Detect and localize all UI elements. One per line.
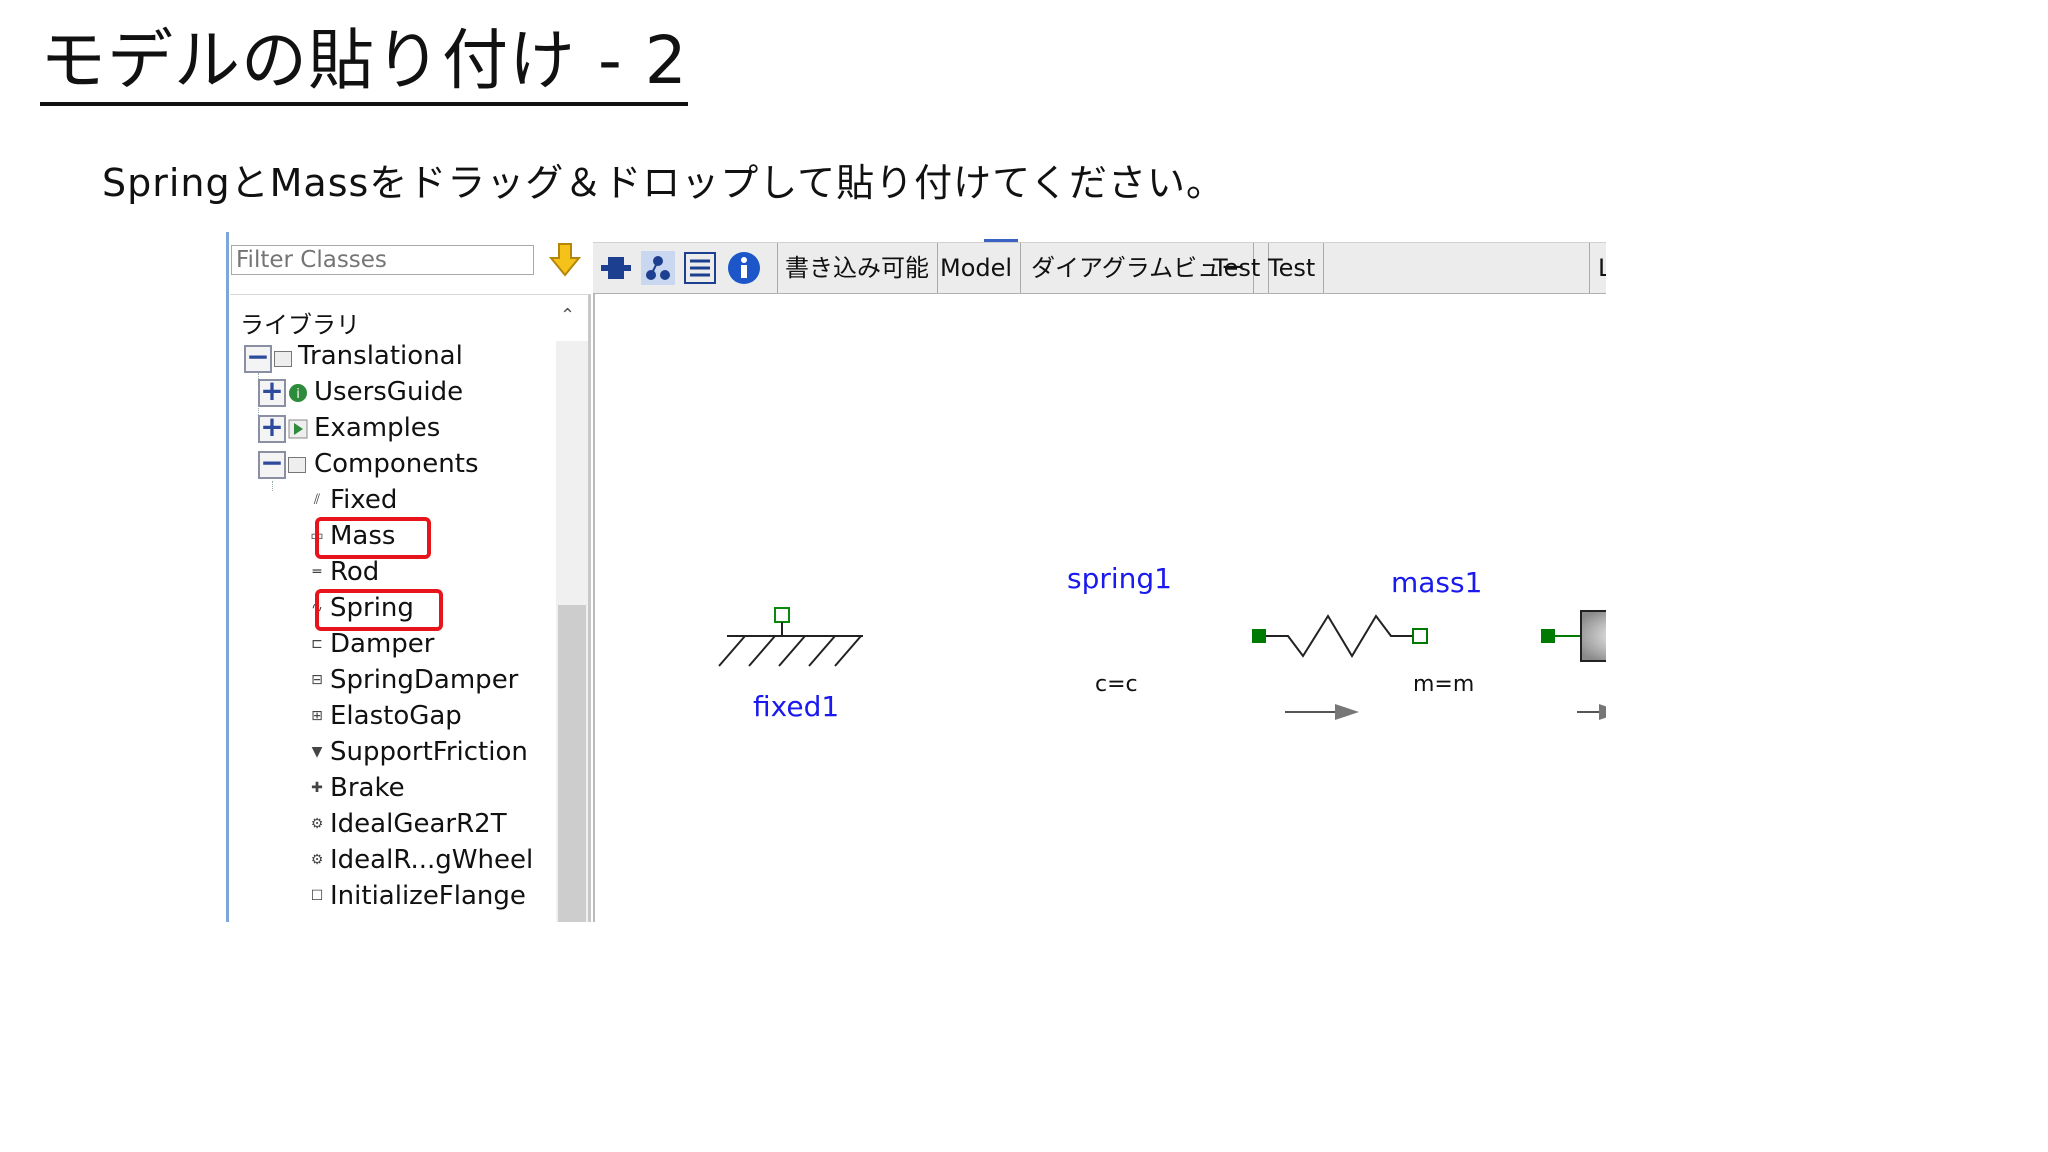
mass-highlight — [315, 517, 431, 559]
components-package-icon — [288, 457, 306, 473]
component-elastogap[interactable]: ElastoGap — [330, 701, 462, 731]
test-path-label: Test — [1260, 243, 1325, 293]
supportfriction-icon: ▼ — [311, 744, 323, 760]
icon-view-icon[interactable] — [599, 251, 633, 285]
tree-node-usersguide[interactable]: UsersGuide — [314, 377, 463, 407]
model-toolbar: 書き込み可能 Model ダイアグラムビュー Test Test L — [593, 239, 1606, 295]
view-icons-group — [593, 243, 778, 293]
info-small-icon: i — [289, 384, 307, 402]
fixed-component[interactable] — [718, 607, 863, 667]
component-idealrollingwheel[interactable]: IdealR...gWheel — [330, 845, 533, 875]
filter-arrow-icon[interactable] — [549, 242, 581, 278]
damper-icon: ⊏ — [311, 636, 323, 652]
instruction-text: SpringとMassをドラッグ＆ドロップして貼り付けてください。 — [102, 161, 1226, 205]
package-icon — [274, 351, 292, 367]
rod-icon: ═ — [312, 564, 322, 580]
idealrollingwheel-icon: ⚙ — [310, 852, 324, 868]
spring-param: c=c — [1095, 672, 1138, 697]
examples-play-icon — [288, 419, 308, 439]
scrollbar-thumb[interactable] — [558, 605, 586, 922]
fixed1-label: fixed1 — [753, 690, 840, 723]
initializeflange-icon: ☐ — [310, 888, 324, 904]
component-springdamper[interactable]: SpringDamper — [330, 665, 518, 695]
fixed-icon: ⫽ — [313, 492, 321, 508]
library-scrollbar[interactable] — [556, 341, 588, 922]
library-title: ライブラリ — [240, 311, 360, 339]
scroll-up-icon[interactable]: ⌃ — [560, 305, 575, 326]
component-rod[interactable]: Rod — [330, 557, 379, 587]
mass-param: m=m — [1413, 672, 1475, 697]
tree-node-components[interactable]: Components — [314, 449, 479, 479]
omedit-screenshot: ライブラリ ⌃ − Translational + i UsersGuide +… — [226, 232, 1606, 922]
library-panel: ライブラリ ⌃ − Translational + i UsersGuide +… — [230, 294, 591, 922]
component-supportfriction[interactable]: SupportFriction — [330, 737, 528, 767]
model-label: Model — [932, 243, 1022, 293]
springdamper-icon: ⊟ — [311, 672, 323, 688]
component-brake[interactable]: Brake — [330, 773, 405, 803]
expand-examples-icon[interactable]: + — [258, 413, 286, 443]
writable-status: 書き込み可能 — [777, 243, 938, 293]
tab-indicator — [984, 239, 1018, 242]
tree-node-examples[interactable]: Examples — [314, 413, 440, 443]
cut-off-label: L — [1589, 243, 1606, 293]
brake-icon: ✚ — [311, 780, 323, 796]
spring-highlight — [315, 589, 443, 631]
spring1-label: spring1 — [1067, 562, 1172, 595]
slide-title: モデルの貼り付け - 2 — [40, 22, 688, 106]
elastogap-icon: ⊞ — [311, 708, 323, 724]
tree-node-translational[interactable]: Translational — [298, 341, 463, 371]
spring-component[interactable] — [1252, 614, 1428, 720]
collapse-translational-icon[interactable]: − — [244, 343, 272, 373]
component-damper[interactable]: Damper — [330, 629, 434, 659]
diagram-canvas[interactable]: fixed1 spring1 c=c mass1 m=m — [593, 294, 1606, 922]
component-fixed[interactable]: Fixed — [330, 485, 397, 515]
window-edge — [226, 232, 229, 922]
component-initializeflange[interactable]: InitializeFlange — [330, 881, 526, 911]
expand-usersguide-icon[interactable]: + — [258, 377, 286, 407]
component-idealgearr2t[interactable]: IdealGearR2T — [330, 809, 507, 839]
text-view-icon[interactable] — [683, 251, 717, 285]
filter-classes-input[interactable] — [231, 245, 534, 275]
diagram-view-icon[interactable] — [641, 251, 675, 285]
mass1-label: mass1 — [1391, 566, 1483, 599]
svg-text:i: i — [296, 387, 300, 402]
info-icon[interactable] — [727, 251, 761, 285]
mass-component[interactable] — [1541, 610, 1606, 720]
idealgear-icon: ⚙ — [310, 816, 324, 832]
collapse-components-icon[interactable]: − — [258, 449, 286, 479]
